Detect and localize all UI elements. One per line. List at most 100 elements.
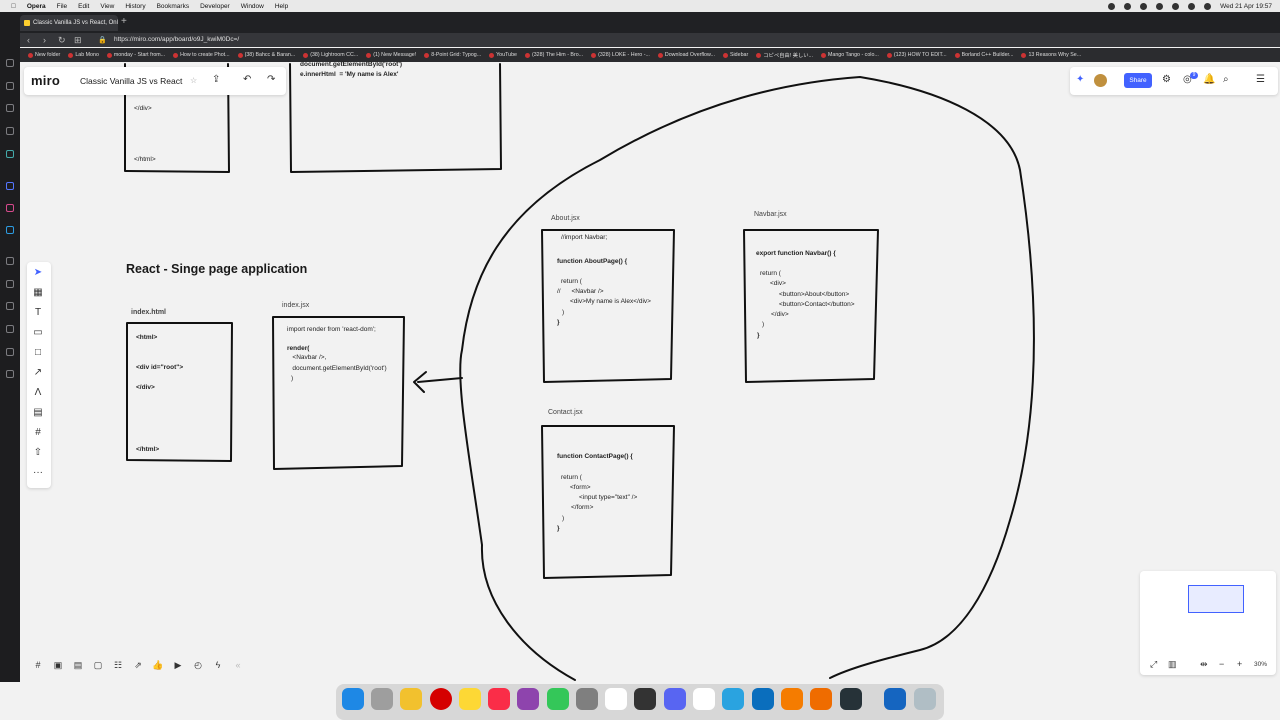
code-line: document.getElementById('root') xyxy=(287,365,387,372)
map-icon[interactable]: ▥ xyxy=(1168,659,1177,670)
code-line: } xyxy=(757,332,760,339)
code-line: e.innerHtml = 'My name is Alex' xyxy=(300,71,399,78)
code-line: ) xyxy=(762,321,765,328)
comments-icon[interactable]: ▣ xyxy=(52,659,64,671)
code-line: } xyxy=(557,525,560,532)
code-line: } xyxy=(557,319,560,326)
shape-icon[interactable]: □ xyxy=(32,347,44,359)
zoom-in-icon[interactable]: + xyxy=(1237,659,1242,669)
slack-icon[interactable] xyxy=(693,688,715,710)
bolt-icon[interactable]: ϟ xyxy=(212,659,224,671)
code-line: </form> xyxy=(571,504,594,511)
trash-icon[interactable] xyxy=(914,688,936,710)
code-line: return ( xyxy=(760,270,781,277)
avatar[interactable] xyxy=(1094,74,1107,87)
notes-icon[interactable] xyxy=(459,688,481,710)
template-icon[interactable]: ▦ xyxy=(32,287,44,299)
code-line: <div id="root"> xyxy=(136,364,184,371)
settings-sliders-icon[interactable]: ⚙ xyxy=(1162,74,1171,85)
postman-icon[interactable] xyxy=(781,688,803,710)
music-icon[interactable] xyxy=(488,688,510,710)
bell-icon[interactable]: 🔔 xyxy=(1203,74,1215,85)
zoom-level[interactable]: 30% xyxy=(1254,661,1267,668)
code-line: document.getElementById('root') xyxy=(300,61,403,68)
star-icon[interactable]: ☆ xyxy=(190,76,197,85)
code-line: <form> xyxy=(570,484,591,491)
code-line: <Navbar />, xyxy=(287,354,327,361)
miro-logo[interactable]: miro xyxy=(31,73,60,88)
app-boundary-curve xyxy=(459,76,1035,681)
code-line: <input type="text" /> xyxy=(579,494,638,501)
grid-icon[interactable]: ☷ xyxy=(112,659,124,671)
code-line: <div> xyxy=(770,280,786,287)
launchpad-icon[interactable] xyxy=(371,688,393,710)
code-line: // <Navbar /> xyxy=(557,288,604,295)
code-line: </div> xyxy=(136,384,155,391)
file-label-index-jsx[interactable]: index.jsx xyxy=(282,302,309,309)
stocks-icon[interactable] xyxy=(634,688,656,710)
export-icon[interactable]: ⇪ xyxy=(212,74,220,85)
like-icon[interactable]: 👍 xyxy=(152,659,164,671)
timer-icon[interactable]: ◴ xyxy=(192,659,204,671)
redo-icon[interactable]: ↷ xyxy=(267,74,275,85)
code-line: <button>About</button> xyxy=(779,291,850,298)
podcasts-icon[interactable] xyxy=(517,688,539,710)
sticky-note-icon[interactable]: ▭ xyxy=(32,327,44,339)
system-preferences-icon[interactable] xyxy=(576,688,598,710)
undo-icon[interactable]: ↶ xyxy=(243,74,251,85)
share-button[interactable]: Share xyxy=(1124,73,1152,88)
finder-icon[interactable] xyxy=(342,688,364,710)
index-jsx-box-outline xyxy=(272,316,405,470)
notion-icon[interactable] xyxy=(605,688,627,710)
board-menu-icon[interactable]: ☰ xyxy=(1256,74,1265,85)
top-mid-box-outline xyxy=(289,63,502,173)
quicktime-icon[interactable] xyxy=(840,688,862,710)
files-icon[interactable] xyxy=(884,688,906,710)
code-line: import render from 'react-dom'; xyxy=(287,326,376,333)
telegram-icon[interactable] xyxy=(722,688,744,710)
file-label-contact-jsx[interactable]: Contact.jsx xyxy=(548,409,583,416)
code-line: ) xyxy=(562,309,565,316)
minimap-viewport[interactable] xyxy=(1188,585,1244,613)
code-line: </div> xyxy=(134,105,152,112)
code-line: <html> xyxy=(136,334,158,341)
line-icon[interactable]: ↗ xyxy=(32,367,44,379)
frames-icon[interactable]: # xyxy=(32,659,44,671)
search-icon[interactable]: ⌕ xyxy=(1223,74,1229,85)
comment-icon[interactable]: ▤ xyxy=(32,407,44,419)
board-title[interactable]: Classic Vanilla JS vs React xyxy=(80,76,182,86)
opera-icon[interactable] xyxy=(430,688,452,710)
code-line: ) xyxy=(291,375,294,382)
video-icon[interactable]: ▶ xyxy=(172,659,184,671)
pen-icon[interactable]: Λ xyxy=(32,387,44,399)
file-label-index-html[interactable]: index.html xyxy=(131,309,166,316)
chrome-icon[interactable] xyxy=(400,688,422,710)
vscode-icon[interactable] xyxy=(752,688,774,710)
zoom-out-icon[interactable]: − xyxy=(1219,659,1224,669)
code-line: </html> xyxy=(134,156,156,163)
frame-icon[interactable]: # xyxy=(32,427,44,439)
share-screen-icon[interactable]: ⇗ xyxy=(132,659,144,671)
messages-icon[interactable] xyxy=(547,688,569,710)
code-line: //import Navbar; xyxy=(561,234,608,241)
upload-icon[interactable]: ⇧ xyxy=(32,447,44,459)
section-heading[interactable]: React - Singe page application xyxy=(126,262,307,276)
file-label-navbar-jsx[interactable]: Navbar.jsx xyxy=(754,211,787,218)
discord-icon[interactable] xyxy=(664,688,686,710)
app-icon[interactable] xyxy=(810,688,832,710)
reactions-icon[interactable]: ✦ xyxy=(1076,74,1084,85)
more-icon[interactable]: ··· xyxy=(32,467,44,479)
fit-screen-icon[interactable]: ⤢ xyxy=(1150,659,1157,670)
chat-icon[interactable]: ▤ xyxy=(72,659,84,671)
code-line: export function Navbar() { xyxy=(756,250,836,257)
select-icon[interactable]: ➤ xyxy=(32,267,44,279)
code-line: return ( xyxy=(561,474,582,481)
collapse-icon[interactable]: « xyxy=(232,659,244,671)
text-icon[interactable]: T xyxy=(32,307,44,319)
file-label-about-jsx[interactable]: About.jsx xyxy=(551,215,580,222)
fit-width-icon[interactable]: ⇹ xyxy=(1200,659,1208,670)
code-line: </div> xyxy=(771,311,789,318)
code-line: <div>My name is Alex</div> xyxy=(570,298,651,305)
cards-icon[interactable]: ▢ xyxy=(92,659,104,671)
code-line: function AboutPage() { xyxy=(557,258,628,265)
